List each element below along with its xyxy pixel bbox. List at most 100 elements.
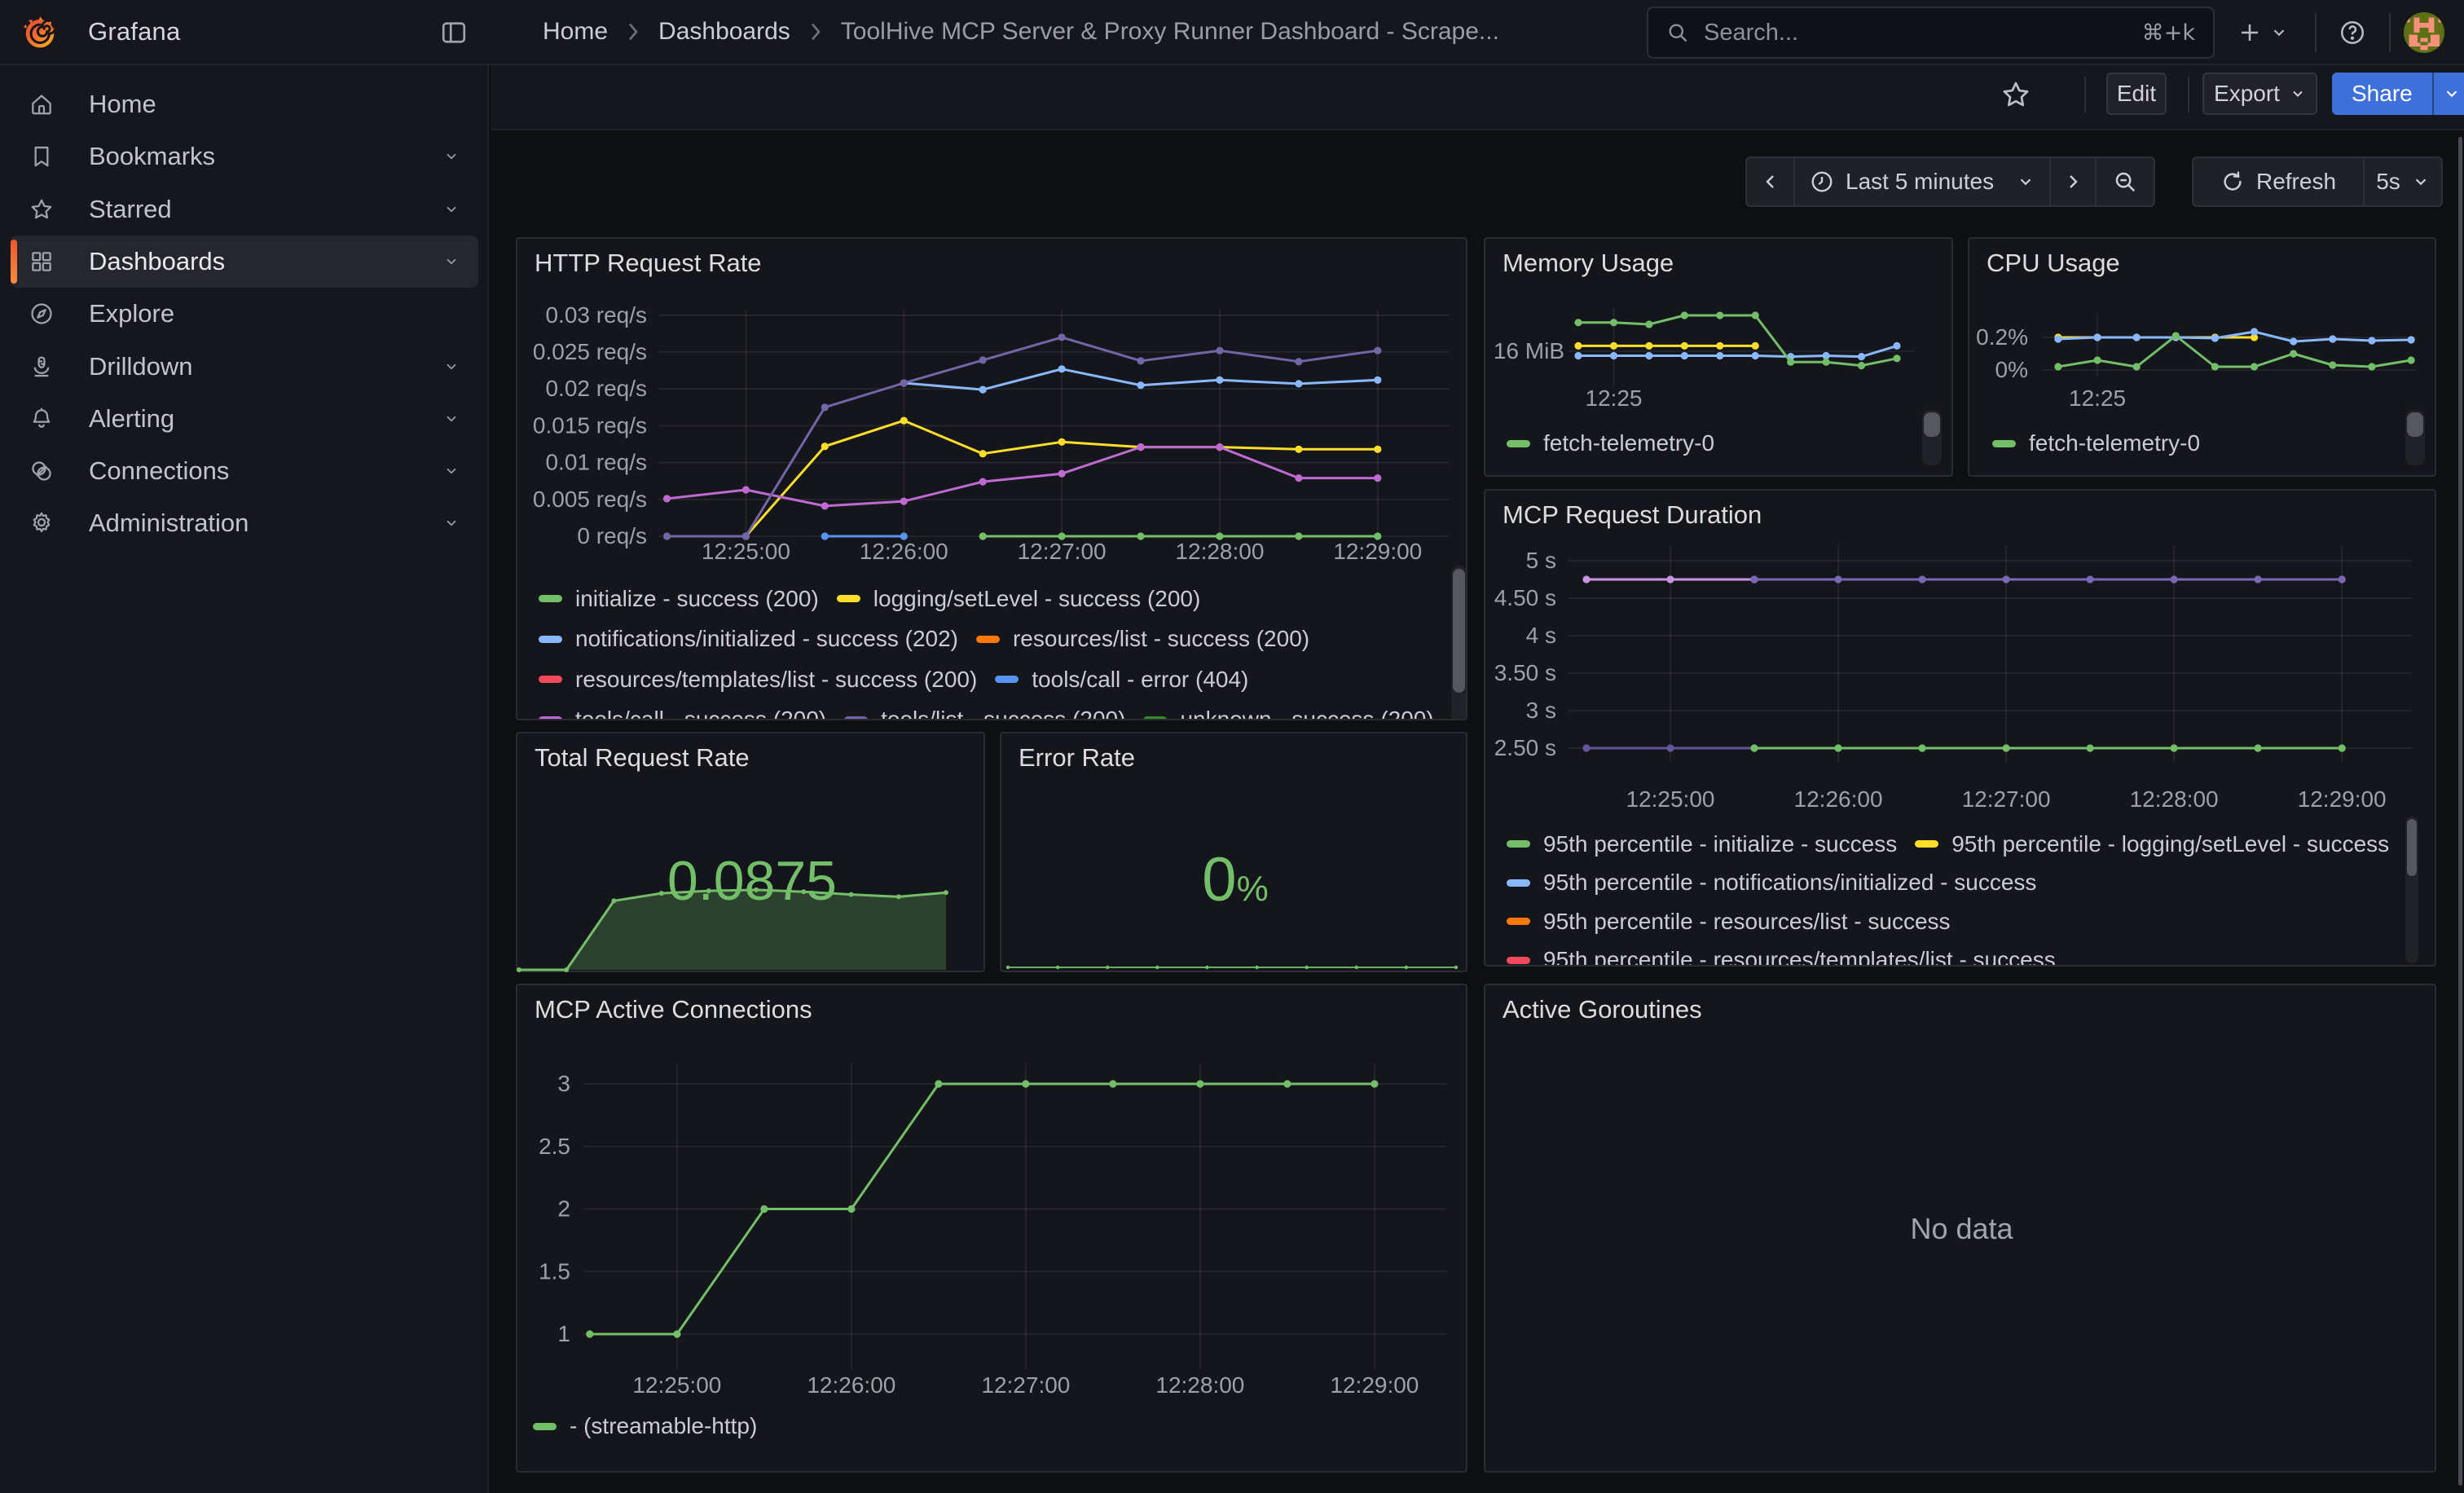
refresh-interval-picker[interactable]: 5s	[2365, 158, 2441, 205]
chevron-right-icon	[2063, 172, 2083, 192]
compass-icon	[29, 301, 55, 327]
legend-scrollbar[interactable]	[2405, 817, 2418, 963]
sidebar-item-label: Explore	[89, 299, 174, 328]
zoom-out-button[interactable]	[2097, 158, 2154, 205]
legend-item[interactable]: resources/templates/list - success (200)	[539, 667, 977, 693]
legend-item[interactable]: 95th percentile - resources/list - succe…	[1507, 909, 1951, 935]
scrollbar-thumb[interactable]	[1924, 412, 1940, 437]
user-avatar[interactable]	[2404, 12, 2444, 53]
sidebar-item-dashboards[interactable]: Dashboards	[11, 236, 478, 288]
panel-title[interactable]: Active Goroutines	[1503, 995, 1702, 1024]
search-shortcut-hint: ⌘+k	[2142, 20, 2195, 46]
time-range-picker[interactable]: Last 5 minutes	[1795, 158, 2049, 205]
legend-item[interactable]: tools/list - success (200)	[844, 707, 1125, 719]
search-input[interactable]: Search... ⌘+k	[1647, 7, 2215, 59]
plug-icon	[29, 458, 55, 484]
breadcrumb-dashboards[interactable]: Dashboards	[658, 18, 790, 46]
panel-mcp-request-duration[interactable]: MCP Request Duration 95th percentile - i…	[1484, 489, 2436, 967]
legend-item[interactable]: notifications/initialized - success (202…	[539, 626, 958, 652]
time-shift-forward-button[interactable]	[2051, 158, 2095, 205]
help-button[interactable]	[2335, 11, 2369, 54]
legend-item[interactable]: unknown - success (200)	[1143, 707, 1433, 719]
panel-title[interactable]: HTTP Request Rate	[535, 249, 762, 278]
sidebar-item-starred[interactable]: Starred	[11, 183, 478, 236]
scrollbar-thumb[interactable]	[2407, 819, 2417, 876]
legend-label: tools/call - error (404)	[1032, 667, 1248, 693]
legend-item[interactable]: fetch-telemetry-0	[1507, 430, 1714, 456]
panel-total-request-rate[interactable]: Total Request Rate 0.0875	[516, 732, 985, 972]
legend-item[interactable]: initialize - success (200)	[539, 586, 819, 612]
sidebar-item-drilldown[interactable]: Drilldown	[11, 341, 478, 393]
edit-button[interactable]: Edit	[2106, 73, 2167, 115]
breadcrumb-home[interactable]: Home	[543, 18, 608, 46]
legend-swatch	[1507, 879, 1530, 887]
time-shift-back-button[interactable]	[1747, 158, 1793, 205]
legend-label: resources/templates/list - success (200)	[575, 667, 977, 693]
star-dashboard-button[interactable]	[2000, 79, 2031, 110]
breadcrumb-separator-icon	[627, 22, 639, 42]
export-button[interactable]: Export	[2202, 73, 2317, 115]
chevron-down-icon	[442, 254, 460, 269]
legend: 95th percentile - initialize - success 95…	[1507, 825, 2418, 965]
refresh-button[interactable]: Refresh	[2193, 158, 2363, 205]
legend-item[interactable]: logging/setLevel - success (200)	[837, 586, 1201, 612]
drilldown-icon	[29, 354, 55, 380]
sidebar-item-bookmarks[interactable]: Bookmarks	[11, 130, 478, 183]
search-icon	[1666, 21, 1689, 44]
legend-swatch	[539, 676, 562, 683]
nav-sidebar: HomeBookmarksStarredDashboards Explore Dri…	[0, 65, 489, 1493]
refresh-group: Refresh 5s	[2192, 156, 2443, 207]
brand-title[interactable]: Grafana	[88, 0, 180, 64]
panel-cpu-usage[interactable]: CPU Usage fetch-telemetry-0	[1968, 237, 2436, 477]
grafana-app: Grafana Home Dashboards ToolHive MCP Ser…	[0, 0, 2464, 1493]
legend-swatch	[539, 636, 562, 643]
panel-title[interactable]: Memory Usage	[1503, 249, 1674, 278]
panel-http-request-rate[interactable]: HTTP Request Rate initialize - success (…	[516, 237, 1467, 720]
legend-item[interactable]: - (streamable-http)	[533, 1413, 757, 1439]
chevron-down-icon	[442, 202, 460, 217]
panel-mcp-active-connections[interactable]: MCP Active Connections - (streamable-htt…	[516, 984, 1467, 1473]
scrollbar-thumb[interactable]	[2407, 412, 2423, 437]
chevron-down-icon	[2290, 86, 2306, 102]
add-new-button[interactable]	[2234, 11, 2291, 54]
legend-item[interactable]: 95th percentile - logging/setLevel - suc…	[1915, 831, 2389, 857]
legend-swatch	[1507, 840, 1530, 848]
page-scrollbar[interactable]	[2458, 137, 2462, 1486]
legend-scrollbar[interactable]	[2405, 410, 2425, 465]
legend-item[interactable]: resources/list - success (200)	[976, 626, 1309, 652]
legend-item[interactable]: fetch-telemetry-0	[1992, 430, 2200, 456]
sidebar-item-alerting[interactable]: Alerting	[11, 393, 478, 445]
legend-scrollbar[interactable]	[1451, 566, 1467, 720]
sidebar-toggle-icon[interactable]	[438, 17, 469, 48]
zoom-out-icon	[2113, 170, 2137, 194]
sidebar-item-explore[interactable]: Explore	[11, 288, 478, 340]
legend-item[interactable]: 95th percentile - resources/templates/li…	[1507, 947, 2056, 965]
panel-memory-usage[interactable]: Memory Usage fetch-telemetry-0	[1484, 237, 1953, 477]
share-menu-button[interactable]	[2434, 73, 2464, 115]
legend-item[interactable]: tools/call - success (200)	[539, 707, 826, 719]
scrollbar-thumb[interactable]	[1453, 569, 1465, 693]
panel-active-goroutines[interactable]: Active Goroutines No data	[1484, 984, 2436, 1473]
navbar-divider	[2315, 13, 2317, 52]
panel-title[interactable]: Error Rate	[1019, 743, 1135, 773]
legend-scrollbar[interactable]	[1922, 410, 1942, 465]
legend-label: unknown - success (200)	[1180, 707, 1433, 719]
panel-title[interactable]: MCP Active Connections	[535, 995, 812, 1024]
panel-error-rate[interactable]: Error Rate 0%	[1000, 732, 1467, 972]
legend-item[interactable]: 95th percentile - notifications/initiali…	[1507, 870, 2036, 896]
sidebar-item-label: Connections	[89, 456, 229, 486]
legend-item[interactable]: tools/call - error (404)	[995, 667, 1248, 693]
legend-item[interactable]: 95th percentile - initialize - success	[1507, 831, 1897, 857]
panel-title[interactable]: CPU Usage	[1987, 249, 2120, 278]
sidebar-item-home[interactable]: Home	[11, 78, 478, 130]
panel-title[interactable]: MCP Request Duration	[1503, 500, 1762, 530]
chevron-down-icon	[2412, 173, 2430, 191]
home-icon	[29, 91, 55, 117]
legend-swatch	[995, 676, 1019, 683]
share-button[interactable]: Share	[2332, 73, 2432, 115]
panel-title[interactable]: Total Request Rate	[535, 743, 750, 773]
sidebar-item-administration[interactable]: Administration	[11, 497, 478, 549]
legend-label: fetch-telemetry-0	[2029, 430, 2200, 456]
navbar-brand-area: Grafana	[0, 0, 489, 64]
sidebar-item-connections[interactable]: Connections	[11, 445, 478, 497]
